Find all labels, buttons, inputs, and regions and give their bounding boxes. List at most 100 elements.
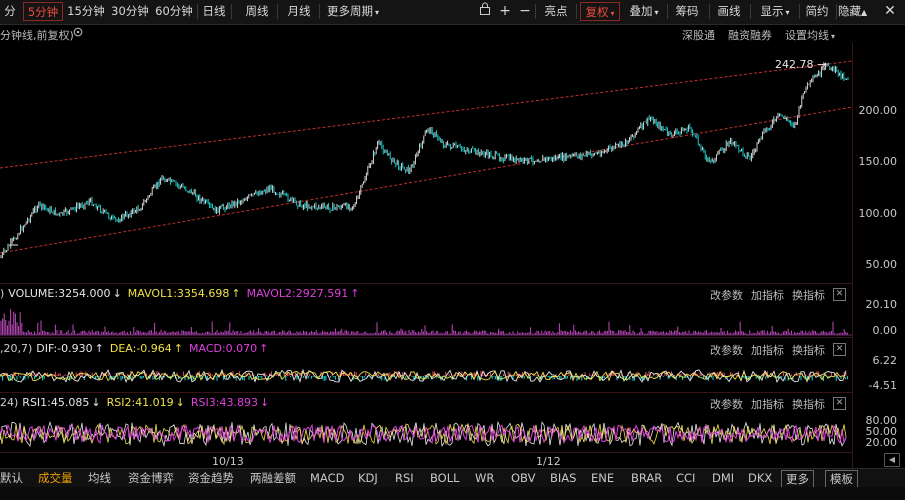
- volume-value-2: MAVOL2:2927.591 ↑: [247, 287, 360, 300]
- channel-upper-line: [0, 60, 852, 169]
- indicator-tab-bar: 默认 成交量 均线 资金博弈 资金趋势 两融差额 MACD KDJ RSI BOLL WR OBV BI…: [0, 468, 905, 488]
- volume-value-0: VOLUME:3254.000 ↓: [8, 287, 121, 300]
- tab-18[interactable]: 更多: [781, 470, 814, 488]
- ma-settings-label: 设置均线: [785, 29, 829, 42]
- rsi-value-0: RSI1:45.085 ↓: [22, 396, 100, 409]
- tab-3[interactable]: 资金博弈: [128, 470, 174, 486]
- tab-10[interactable]: WR: [475, 470, 494, 486]
- tab-1[interactable]: 成交量: [38, 470, 73, 486]
- trend-arrow-icon: ↓: [91, 396, 101, 409]
- highlight-button[interactable]: 亮点: [541, 2, 571, 21]
- rsi-axis-label: 20.00: [865, 436, 898, 449]
- volume-panel-border: [0, 283, 852, 284]
- tab-17[interactable]: DKX: [748, 470, 772, 486]
- volume-value-text: VOLUME:3254.000: [8, 287, 111, 300]
- trend-arrow-icon: ↑: [231, 287, 241, 300]
- tab-4[interactable]: 资金趋势: [188, 470, 234, 486]
- draw-line-button[interactable]: 画线: [714, 2, 744, 21]
- volume-chart[interactable]: [0, 300, 852, 337]
- macd-panel-border: [0, 337, 852, 338]
- price-label: 200.00: [858, 104, 898, 117]
- more-periods-dropdown[interactable]: 更多周期 ▾: [322, 2, 384, 21]
- tab-0[interactable]: 默认: [0, 470, 23, 486]
- tab-11[interactable]: OBV: [511, 470, 535, 486]
- price-label: 100.00: [858, 207, 898, 220]
- rsi-value-text: RSI1:45.085: [22, 396, 90, 409]
- date-label: 1/12: [536, 455, 561, 468]
- rsi-chart[interactable]: [0, 410, 852, 452]
- hide-button[interactable]: 隐藏▲: [838, 2, 872, 21]
- rsi-value-text: RSI2:41.019: [106, 396, 174, 409]
- period-fragment[interactable]: 分: [0, 2, 20, 21]
- rsi-value-1: RSI2:41.019 ↓: [107, 396, 185, 409]
- price-label: 150.00: [858, 155, 898, 168]
- max-price-annotation: 242.78 →: [775, 58, 826, 71]
- caret-down-icon: ▾: [610, 9, 615, 18]
- caret-down-icon: ▾: [831, 32, 836, 41]
- period-15min[interactable]: 15分钟: [65, 2, 107, 21]
- tab-16[interactable]: DMI: [712, 470, 734, 486]
- tab-12[interactable]: BIAS: [550, 470, 576, 486]
- ma-settings-dropdown[interactable]: 设置均线 ▾: [785, 27, 835, 43]
- volume-value-1: MAVOL1:3354.698 ↑: [128, 287, 241, 300]
- volume-value-text: MAVOL2:2927.591: [246, 287, 349, 300]
- period-30min[interactable]: 30分钟: [109, 2, 151, 21]
- rsi-value-2: RSI3:43.893 ↓: [191, 396, 269, 409]
- period-60min[interactable]: 60分钟: [153, 2, 195, 21]
- overlay-label: 叠加: [629, 4, 653, 18]
- rsi-value-text: RSI3:43.893: [190, 396, 258, 409]
- price-chart[interactable]: [0, 43, 852, 283]
- trend-arrow-icon: ↑: [350, 287, 360, 300]
- display-label: 显示: [760, 4, 784, 18]
- chart-subheader: 分钟线,前复权) 深股通 融资融券 设置均线 ▾: [0, 25, 905, 43]
- plus-icon[interactable]: +: [497, 2, 513, 21]
- period-monthly[interactable]: 月线: [282, 2, 316, 21]
- settings-gear-icon[interactable]: [72, 26, 84, 41]
- rsi-params: 24): [0, 396, 19, 409]
- caret-down-icon: ▾: [785, 8, 790, 17]
- trend-arrow-icon: ↓: [259, 396, 270, 409]
- tab-2[interactable]: 均线: [88, 470, 111, 486]
- channel-lower-line: [0, 106, 852, 254]
- overlay-dropdown[interactable]: 叠加 ▾: [624, 2, 664, 21]
- period-weekly[interactable]: 周线: [240, 2, 274, 21]
- minus-icon[interactable]: −: [517, 2, 533, 21]
- macd-axis-label: -4.51: [868, 379, 897, 392]
- brief-button[interactable]: 简约: [802, 2, 832, 21]
- caret-down-icon: ▾: [374, 8, 379, 17]
- trend-arrow-icon: ↓: [112, 287, 122, 300]
- date-label: 10/13: [212, 455, 244, 468]
- trend-arrow-icon: ↓: [175, 396, 185, 409]
- adjust-dropdown[interactable]: 复权 ▾: [580, 2, 620, 21]
- hide-toggle-icon: ▲: [861, 8, 868, 17]
- tab-14[interactable]: BRAR: [631, 470, 662, 486]
- adjust-label: 复权: [585, 5, 609, 19]
- tab-5[interactable]: 两融差额: [250, 470, 296, 486]
- volume-value-text: MAVOL1:3354.698: [127, 287, 230, 300]
- period-5min[interactable]: 5分钟: [23, 2, 63, 21]
- volume-params: ): [0, 287, 5, 300]
- toolbar: 分 5分钟 15分钟 30分钟 60分钟 日线 周线 月线 更多周期 ▾ + − …: [0, 0, 905, 25]
- tab-6[interactable]: MACD: [310, 470, 344, 486]
- lock-icon[interactable]: [477, 2, 493, 21]
- display-dropdown[interactable]: 显示 ▾: [755, 2, 795, 21]
- hide-label: 隐藏: [838, 4, 861, 18]
- macd-chart[interactable]: [0, 354, 852, 392]
- tab-19[interactable]: 模板: [825, 470, 858, 488]
- connect-link[interactable]: 深股通: [682, 27, 715, 43]
- volume-axis-label: 20.10: [865, 298, 898, 311]
- scroll-left-icon[interactable]: ◀: [884, 453, 900, 467]
- tab-9[interactable]: BOLL: [430, 470, 460, 486]
- close-icon[interactable]: ✕: [880, 2, 900, 21]
- period-daily[interactable]: 日线: [198, 2, 230, 21]
- tab-8[interactable]: RSI: [395, 470, 414, 486]
- tab-15[interactable]: CCI: [676, 470, 695, 486]
- bottom-scroll-strip: [0, 487, 905, 500]
- margin-link[interactable]: 融资融券: [728, 27, 772, 43]
- tab-13[interactable]: ENE: [591, 470, 614, 486]
- volume-axis-label: 0.00: [872, 324, 898, 337]
- close-icon[interactable]: ✕: [833, 397, 846, 410]
- macd-axis-label: 6.22: [872, 354, 898, 367]
- tab-7[interactable]: KDJ: [358, 470, 378, 486]
- chips-button[interactable]: 筹码: [672, 2, 702, 21]
